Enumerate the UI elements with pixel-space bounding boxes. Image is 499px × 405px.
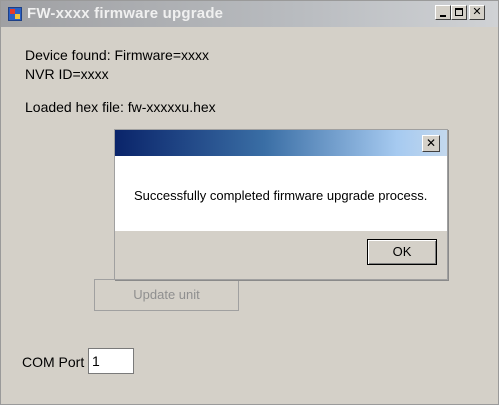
close-icon: ✕ (425, 136, 437, 150)
device-found-label: Device found: Firmware=xxxx (25, 47, 210, 63)
title-bar: FW-xxxx firmware upgrade ✕ (1, 1, 498, 27)
nvr-id-label: NVR ID=xxxx (25, 66, 109, 82)
update-unit-button[interactable]: Update unit (94, 279, 239, 311)
minimize-button[interactable] (435, 5, 451, 20)
minimize-icon (440, 15, 446, 17)
dialog-message: Successfully completed firmware upgrade … (134, 188, 428, 203)
message-dialog: ✕ Successfully completed firmware upgrad… (114, 129, 448, 280)
loaded-hex-label: Loaded hex file: fw-xxxxxu.hex (25, 99, 216, 115)
app-icon (8, 7, 22, 21)
maximize-button[interactable] (451, 5, 467, 20)
com-port-label: COM Port (22, 354, 85, 370)
dialog-footer: OK (115, 231, 447, 279)
dialog-title-bar: ✕ (115, 130, 447, 156)
maximize-icon (455, 8, 463, 16)
app-window: FW-xxxx firmware upgrade ✕ Device found:… (0, 0, 499, 405)
dialog-close-button[interactable]: ✕ (422, 135, 440, 152)
close-icon: ✕ (472, 5, 482, 18)
ok-button[interactable]: OK (367, 239, 437, 265)
window-title: FW-xxxx firmware upgrade (27, 5, 224, 22)
close-button[interactable]: ✕ (469, 5, 485, 20)
com-port-input[interactable] (88, 348, 134, 374)
